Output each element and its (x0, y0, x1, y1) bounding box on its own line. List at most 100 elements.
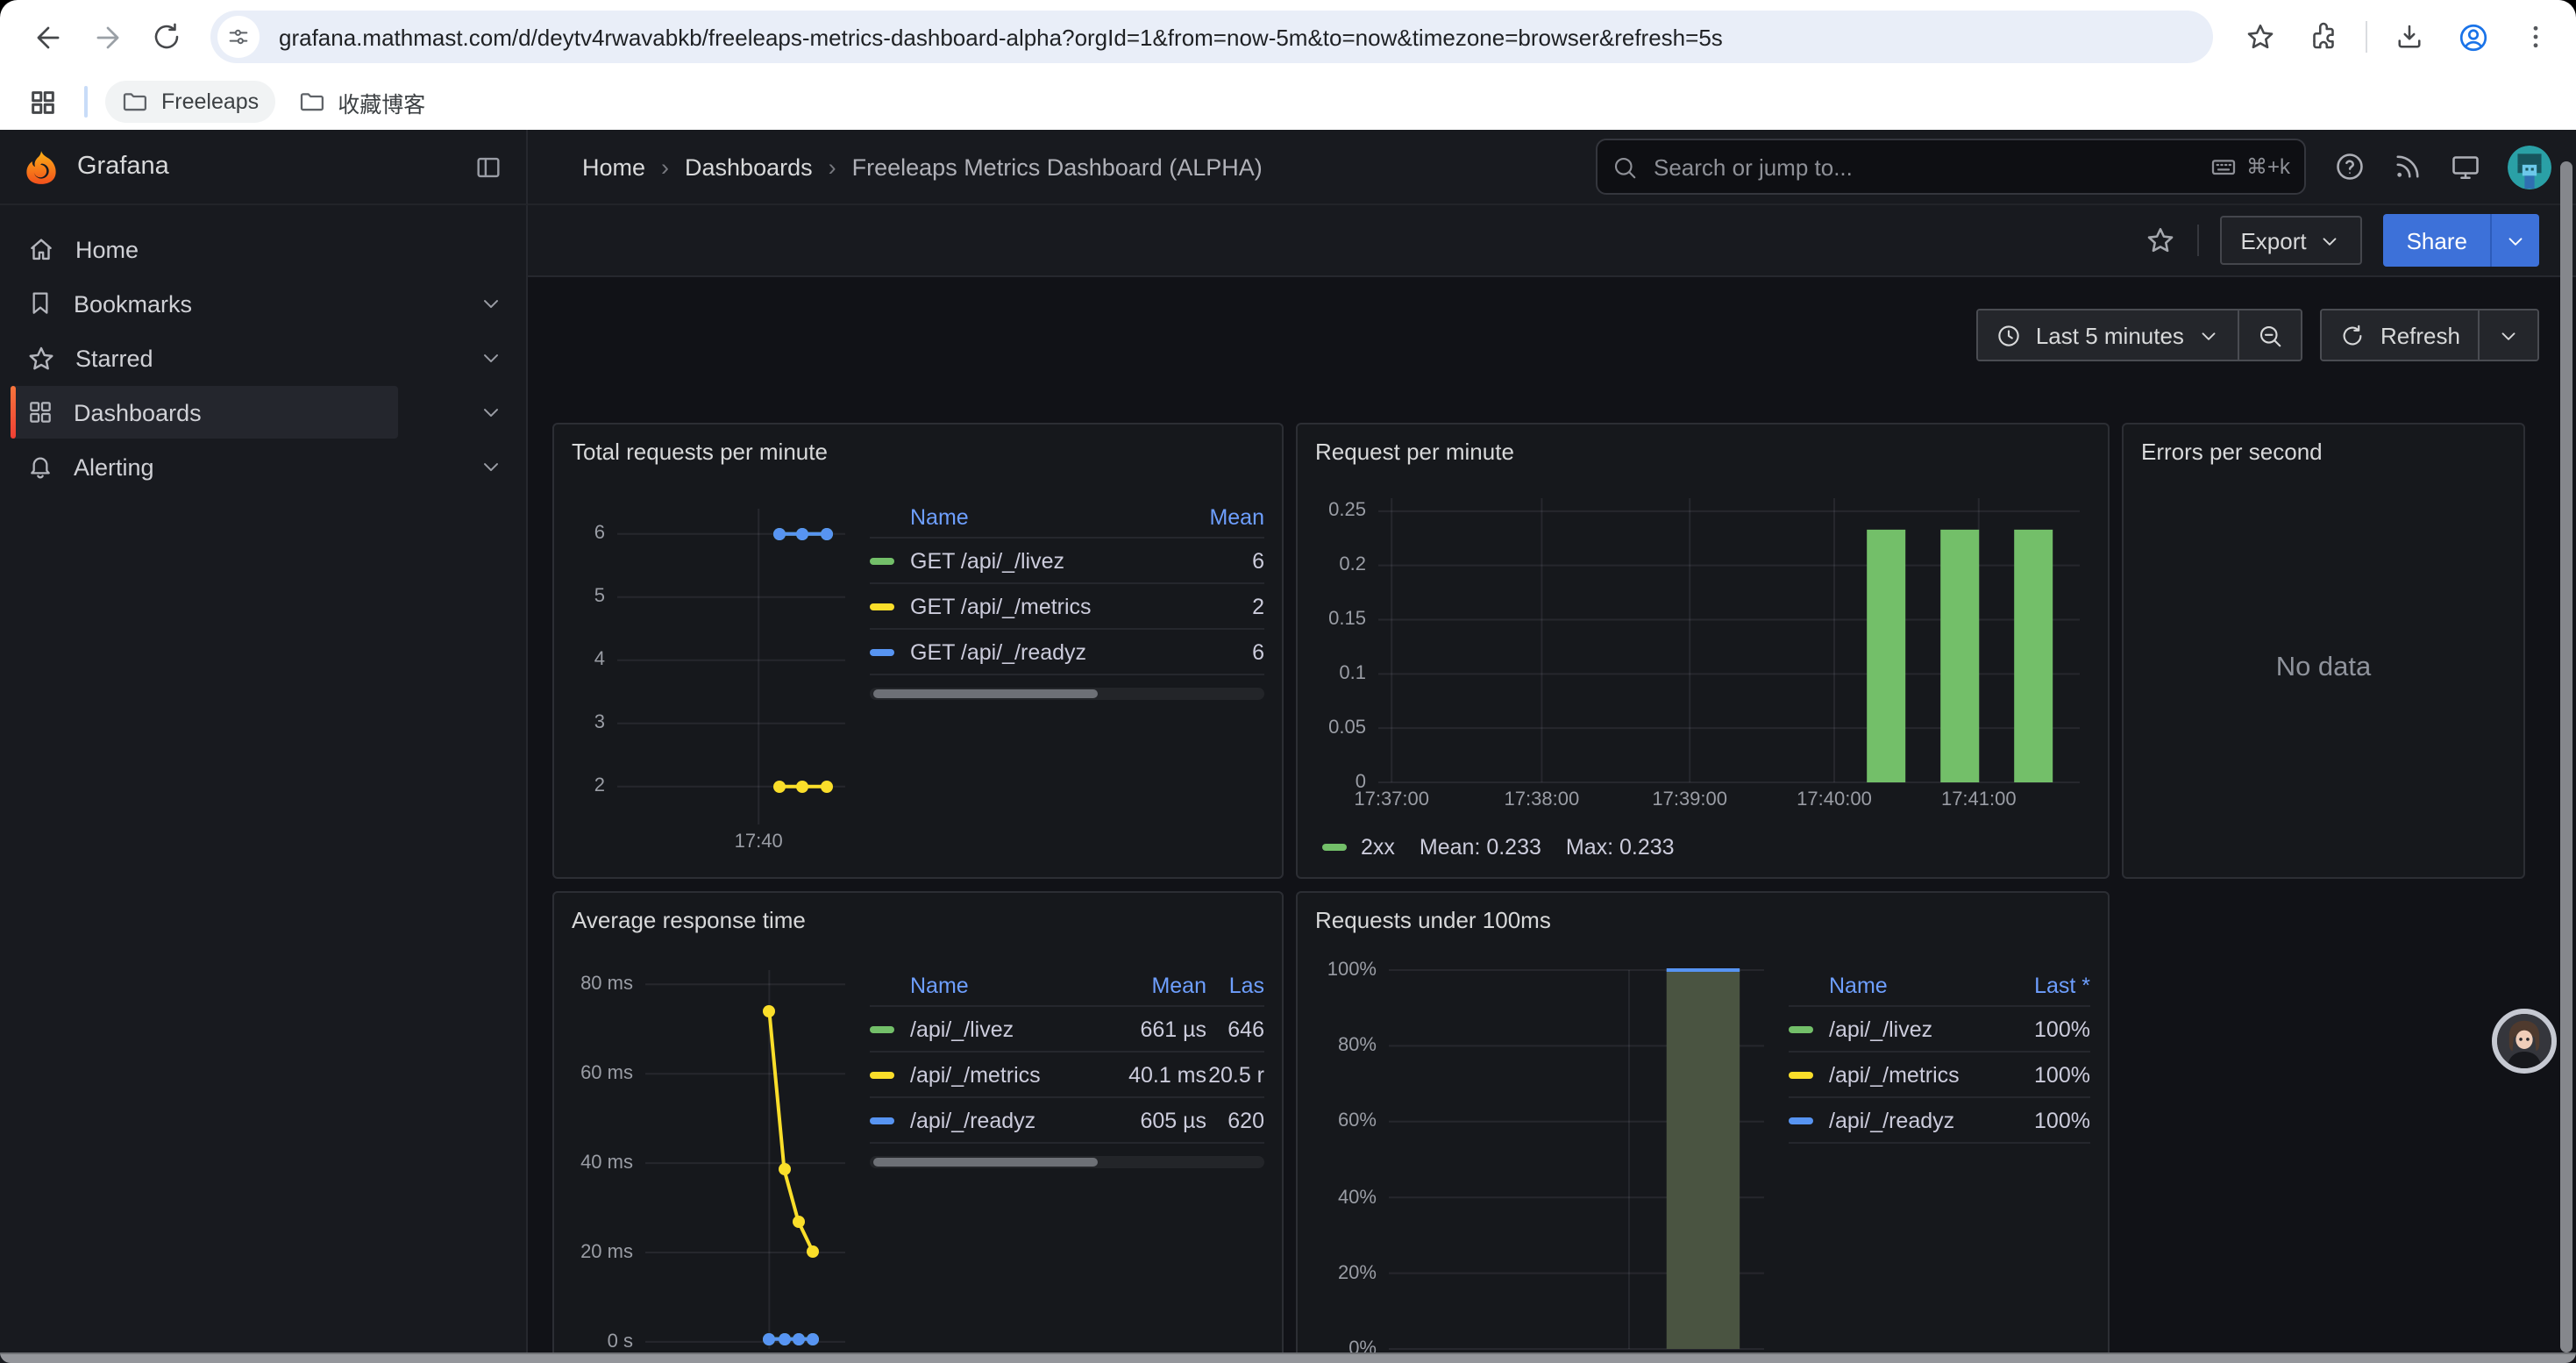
legend-header-mean[interactable]: Mean (1108, 974, 1206, 998)
panel-total-requests[interactable]: Total requests per minute 65432 17:40 Na… (552, 423, 1284, 879)
time-controls: Last 5 minutes Refresh (528, 277, 2576, 403)
bookmark-star-icon[interactable] (2231, 7, 2290, 67)
refresh-button[interactable]: Refresh (2323, 310, 2478, 360)
legend-series[interactable]: 2xx (1322, 835, 1395, 860)
bookmark-folder-blogs[interactable]: 收藏博客 (281, 78, 441, 125)
sidebar-item-alerting[interactable]: Alerting (0, 440, 526, 493)
sidebar-item-dashboards[interactable]: Dashboards (0, 386, 526, 439)
breadcrumb-home[interactable]: Home (582, 153, 645, 180)
grafana-logo-icon[interactable] (23, 148, 60, 185)
breadcrumb-current: Freeleaps Metrics Dashboard (ALPHA) (813, 153, 1263, 180)
time-range-picker[interactable]: Last 5 minutes (1978, 310, 2238, 360)
plot-area[interactable] (645, 970, 845, 1349)
reload-icon[interactable] (137, 7, 196, 67)
legend-header-name[interactable]: Name (910, 974, 1108, 998)
page-scrollbar-horizontal[interactable] (0, 1352, 2576, 1363)
bookmark-folder-freeleaps[interactable]: Freeleaps (105, 81, 274, 123)
legend-header-mean[interactable]: Mean (1187, 505, 1264, 530)
legend-row[interactable]: /api/_/livez 661 µs 646 (870, 1005, 1264, 1051)
back-icon[interactable] (18, 7, 77, 67)
browser-toolbar (0, 0, 2576, 74)
clock-icon (1996, 322, 2022, 348)
panel-errors-per-second[interactable]: Errors per second No data (2122, 423, 2525, 879)
subheader-separator (2196, 225, 2198, 256)
series-swatch (870, 603, 894, 610)
chevron-down-icon[interactable] (479, 291, 503, 316)
dashboards-grid-icon (26, 398, 54, 426)
refresh-interval-dropdown[interactable] (2478, 310, 2537, 360)
plot-area[interactable] (1378, 498, 2080, 782)
legend-header-name[interactable]: Name (910, 505, 1187, 530)
plot-area[interactable] (1389, 970, 1764, 1349)
search-box[interactable]: ⌘+k (1596, 139, 2306, 195)
sidebar-item-label: Dashboards (74, 399, 202, 425)
search-input[interactable] (1650, 152, 2210, 182)
y-axis-labels: 100%80%60%40%20%0% (1315, 970, 1377, 1349)
series-swatch (870, 1117, 894, 1124)
zoom-out-icon (2258, 322, 2284, 348)
grafana-header: Home Dashboards Freeleaps Metrics Dashbo… (528, 130, 2576, 205)
share-dropdown-button[interactable] (2490, 214, 2539, 267)
legend-row[interactable]: GET /api/_/metrics 2 (870, 582, 1264, 628)
extensions-icon[interactable] (2294, 7, 2353, 67)
sidebar-item-bookmarks[interactable]: Bookmarks (0, 277, 526, 330)
assistant-avatar[interactable] (2492, 1009, 2557, 1074)
profile-icon[interactable] (2443, 7, 2502, 67)
download-icon[interactable] (2380, 7, 2439, 67)
user-avatar[interactable] (2508, 145, 2551, 189)
legend-header-name[interactable]: Name (1829, 974, 2013, 998)
series-swatch (870, 1071, 894, 1078)
chart-total-requests: 65432 17:40 (572, 470, 856, 867)
monitor-icon[interactable] (2450, 151, 2481, 182)
favorite-star-icon[interactable] (2144, 225, 2175, 256)
legend-row[interactable]: /api/_/metrics 100% (1789, 1051, 2090, 1096)
share-button[interactable]: Share (2384, 214, 2490, 267)
panel-requests-under-100ms[interactable]: Requests under 100ms 100%80%60%40%20%0% … (1296, 891, 2110, 1363)
news-rss-icon[interactable] (2392, 151, 2423, 182)
legend-header-last[interactable]: Las (1206, 974, 1264, 998)
folder-icon (121, 88, 149, 116)
home-icon (26, 234, 56, 264)
zoom-out-button[interactable] (2238, 310, 2302, 360)
site-settings-icon[interactable] (217, 16, 260, 58)
panel-title: Requests under 100ms (1315, 903, 2090, 938)
page-scrollbar-vertical[interactable] (2560, 161, 2572, 1352)
panel-request-per-minute[interactable]: Request per minute 0.250.20.150.10.050 1… (1296, 423, 2110, 879)
sidebar-item-starred[interactable]: Starred (0, 332, 526, 384)
url-input[interactable] (275, 22, 2213, 52)
toolbar-actions (2231, 7, 2565, 67)
legend-row[interactable]: GET /api/_/livez 6 (870, 537, 1264, 582)
legend-row[interactable]: /api/_/metrics 40.1 ms 20.5 r (870, 1051, 1264, 1096)
export-button[interactable]: Export (2219, 216, 2362, 265)
sidebar-item-home[interactable]: Home (0, 223, 526, 275)
plot-area[interactable] (617, 509, 845, 824)
menu-kebab-icon[interactable] (2506, 7, 2565, 67)
breadcrumb-dashboards[interactable]: Dashboards (645, 153, 813, 180)
folder-icon (297, 88, 325, 116)
screen: Freeleaps 收藏博客 Grafana Home Das (0, 0, 2576, 1363)
panel-title: Errors per second (2141, 435, 2506, 470)
bookmark-folder-label: 收藏博客 (338, 85, 425, 118)
y-axis-labels: 65432 (572, 509, 605, 824)
panel-avg-response-time[interactable]: Average response time 80 ms60 ms40 ms20 … (552, 891, 1284, 1363)
chevron-down-icon[interactable] (479, 454, 503, 479)
forward-icon[interactable] (77, 7, 137, 67)
help-icon[interactable] (2334, 151, 2366, 182)
legend-row[interactable]: /api/_/livez 100% (1789, 1005, 2090, 1051)
legend-scrollbar[interactable] (870, 1156, 1264, 1168)
legend-header-last[interactable]: Last * (2013, 974, 2090, 998)
url-bar[interactable] (210, 11, 2213, 63)
chevron-down-icon (2504, 229, 2527, 252)
sidebar-menu: Home Bookmarks Starred (0, 205, 528, 1363)
sidebar-toggle-icon[interactable] (473, 152, 503, 182)
chevron-down-icon[interactable] (479, 346, 503, 370)
legend-row[interactable]: /api/_/readyz 605 µs 620 (870, 1096, 1264, 1142)
chevron-down-icon (2319, 229, 2342, 252)
apps-grid-icon[interactable] (18, 77, 67, 126)
legend-row[interactable]: /api/_/readyz 100% (1789, 1096, 2090, 1142)
chevron-down-icon[interactable] (479, 400, 503, 425)
legend-row[interactable]: GET /api/_/readyz 6 (870, 628, 1264, 674)
panel-title: Request per minute (1315, 435, 2090, 470)
legend-scrollbar[interactable] (870, 688, 1264, 700)
refresh-group: Refresh (2321, 309, 2539, 361)
